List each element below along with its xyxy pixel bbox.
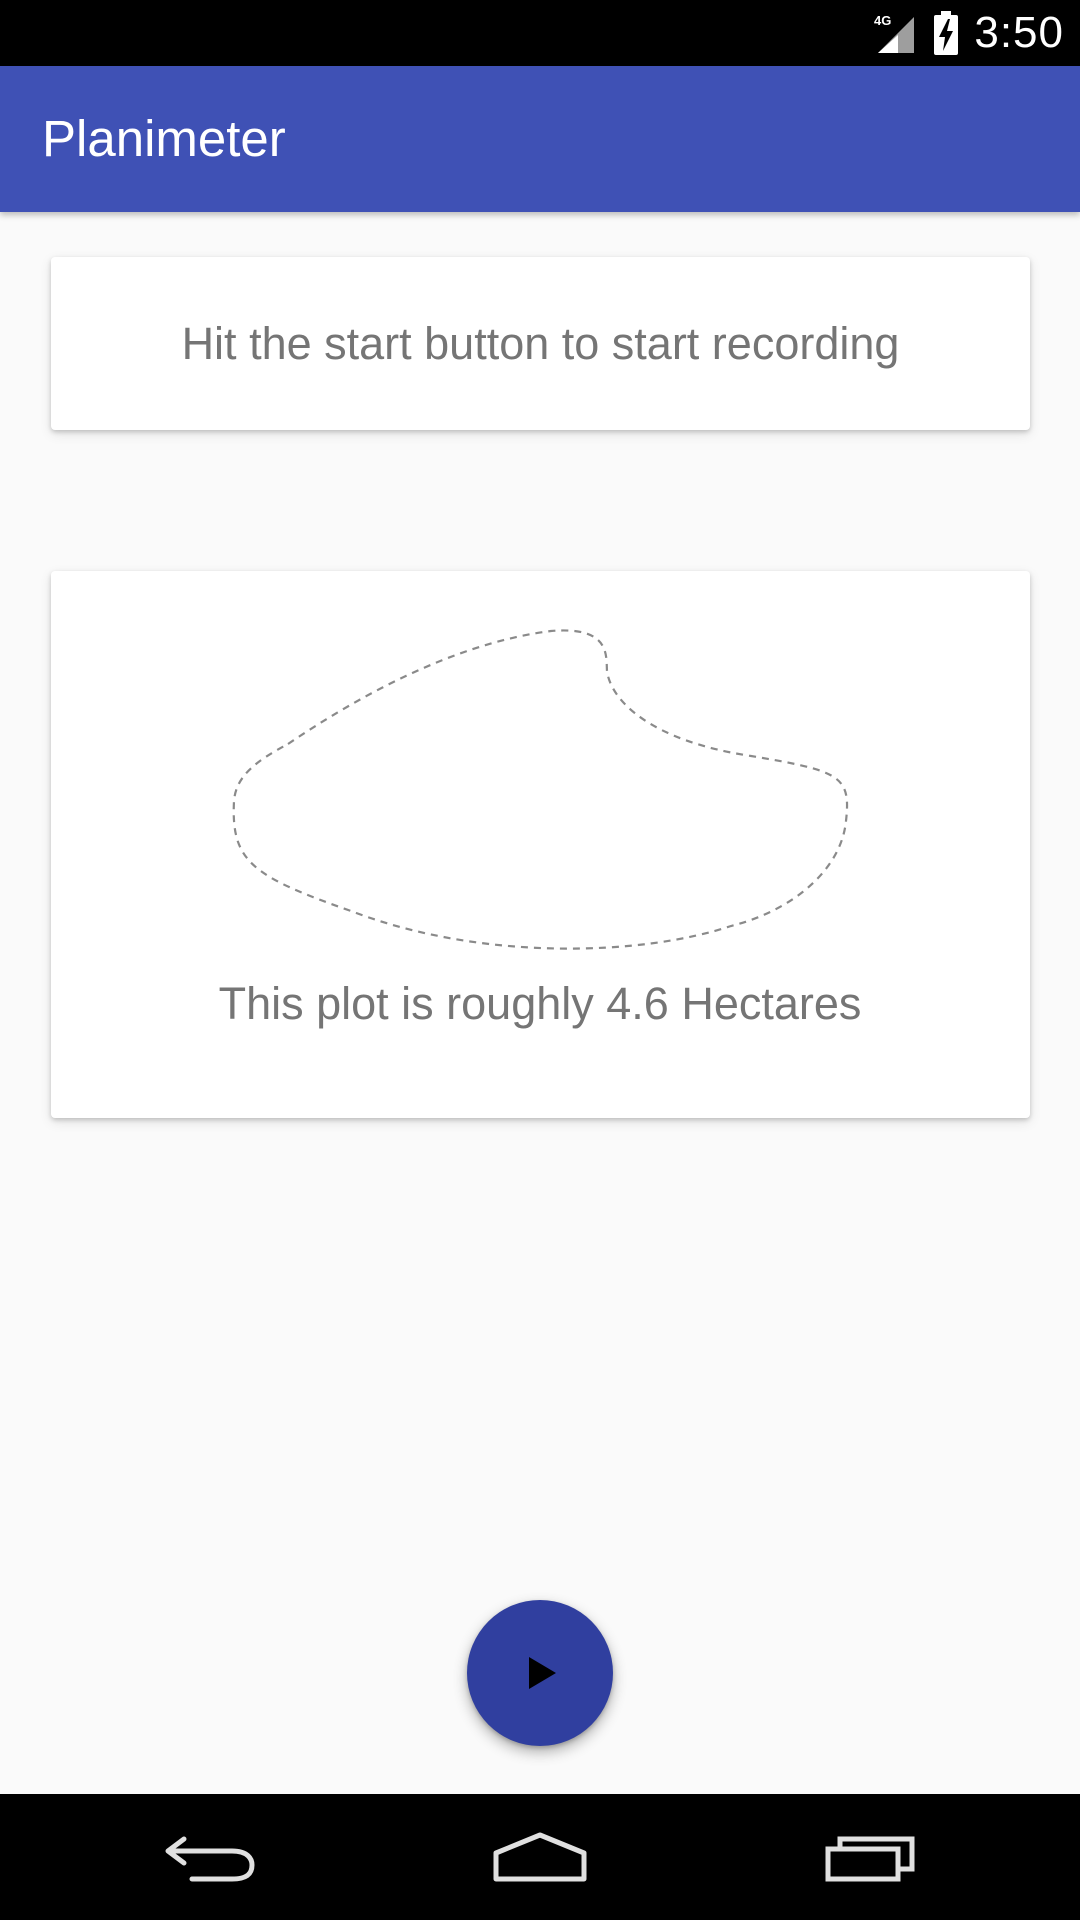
status-time: 3:50 — [974, 8, 1064, 57]
plot-card — [51, 571, 1030, 1118]
plot-outline-illustration — [232, 629, 849, 950]
app-bar: Planimeter — [0, 66, 1080, 212]
start-recording-button[interactable] — [467, 1600, 613, 1746]
navigation-bar — [0, 1794, 1080, 1920]
app-title: Planimeter — [42, 110, 286, 167]
area-result-text: This plot is roughly 4.6 Hectares — [218, 978, 862, 1029]
plot-boundary-path — [232, 629, 849, 950]
status-bar: 4G 3:50 — [0, 0, 1080, 66]
recents-button[interactable] — [772, 1794, 972, 1920]
instruction-card: Hit the start button to start recording — [51, 257, 1030, 430]
home-icon — [493, 1832, 587, 1882]
signal-icon: 4G — [874, 13, 915, 53]
battery-charging-icon — [934, 11, 959, 55]
home-button[interactable] — [440, 1794, 640, 1920]
network-type-label: 4G — [874, 13, 891, 28]
instruction-text: Hit the start button to start recording — [181, 317, 900, 369]
back-button[interactable] — [110, 1794, 310, 1920]
recents-icon — [825, 1836, 915, 1882]
status-icons: 4G 3:50 — [874, 0, 1064, 66]
back-icon — [165, 1836, 255, 1882]
play-icon — [529, 1657, 556, 1689]
